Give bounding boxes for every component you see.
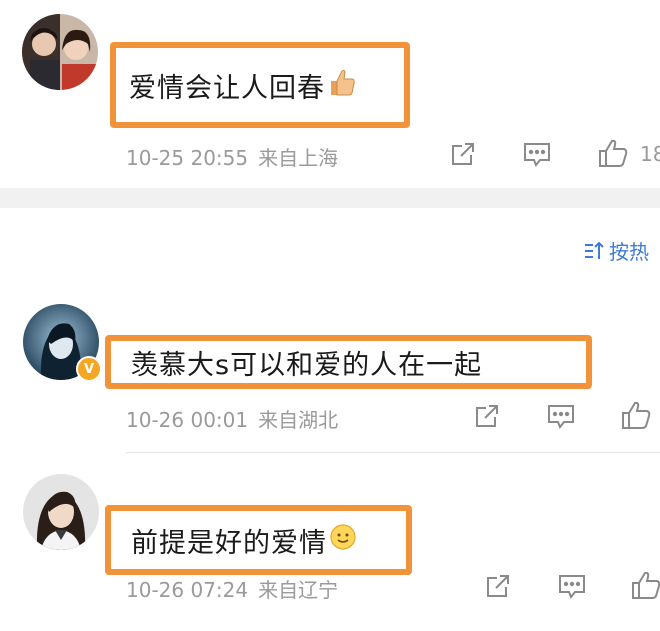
like-button[interactable]	[597, 138, 629, 168]
comment-button[interactable]	[546, 402, 576, 430]
section-divider	[0, 188, 660, 208]
share-button[interactable]	[449, 140, 477, 168]
share-button[interactable]	[484, 572, 512, 600]
comment-text: 爱情会让人回春	[129, 72, 325, 104]
comment-icon	[548, 405, 574, 429]
comment-text-box: 爱情会让人回春	[110, 42, 410, 128]
comment-time: 10-26 00:01	[126, 408, 249, 432]
avatar[interactable]	[22, 14, 98, 90]
comment-icon	[559, 575, 585, 599]
verified-badge: V	[76, 356, 102, 382]
sort-label: 按热	[609, 240, 649, 264]
share-icon	[452, 143, 474, 165]
comment-meta: 10-26 07:24 来自辽宁	[126, 574, 338, 603]
comment-text: 前提是好的爱情	[131, 527, 327, 559]
like-button[interactable]	[620, 400, 652, 430]
comment-separator	[126, 452, 660, 453]
like-button[interactable]	[630, 570, 660, 600]
smile-emoji-icon	[329, 523, 357, 558]
sort-icon	[585, 241, 604, 259]
comment-text: 羡慕大s可以和爱的人在一起	[131, 349, 483, 381]
comment-icon	[524, 143, 550, 167]
comment-text-box: 羡慕大s可以和爱的人在一起	[105, 335, 592, 389]
like-icon	[632, 571, 660, 599]
share-icon	[476, 405, 498, 427]
comment-time: 10-26 07:24	[126, 578, 249, 602]
like-icon	[622, 401, 651, 429]
comment-source: 来自辽宁	[258, 578, 339, 602]
like-count: 18	[640, 142, 660, 166]
comment-time: 10-25 20:55	[126, 146, 249, 170]
comment-source: 来自上海	[258, 146, 339, 170]
avatar[interactable]	[23, 474, 99, 550]
sort-toggle[interactable]: 按热	[583, 236, 649, 265]
like-icon	[599, 139, 628, 167]
comment-text-box: 前提是好的爱情	[105, 505, 412, 575]
comment-source: 来自湖北	[258, 408, 339, 432]
share-icon	[487, 575, 509, 597]
share-button[interactable]	[473, 402, 501, 430]
comment-meta: 10-25 20:55 来自上海	[126, 142, 338, 171]
thumbs-up-emoji-icon	[327, 67, 357, 104]
comment-button[interactable]	[557, 572, 587, 600]
comment-meta: 10-26 00:01 来自湖北	[126, 404, 338, 433]
comment-button[interactable]	[522, 140, 552, 168]
